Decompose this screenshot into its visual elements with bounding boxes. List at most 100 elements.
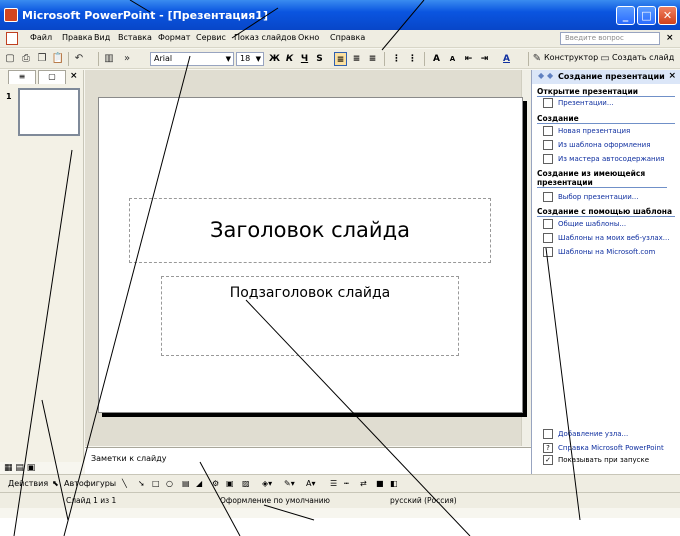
minimize-button[interactable]: _ xyxy=(616,6,635,25)
link-presentations[interactable]: Презентации... xyxy=(558,99,614,107)
show-at-startup-label: Показывать при запуске xyxy=(558,456,650,464)
task-pane-close-icon[interactable]: × xyxy=(668,71,676,81)
title-bar: Microsoft PowerPoint - [Презентация1] _ … xyxy=(0,0,680,30)
clipart-icon[interactable]: ▣ xyxy=(226,479,234,488)
increase-font-icon[interactable]: A xyxy=(430,52,443,66)
notes-pane[interactable]: Заметки к слайду xyxy=(85,447,531,474)
arrow-icon[interactable]: ➘ xyxy=(138,479,145,488)
picture-icon[interactable]: ▨ xyxy=(242,479,250,488)
new-slide-button[interactable]: Создать слайд xyxy=(612,53,674,62)
font-name-select[interactable]: Arial ▼ xyxy=(150,52,234,66)
pane-close-icon[interactable]: × xyxy=(70,71,78,81)
menu-slideshow[interactable]: Показ слайдов xyxy=(234,33,296,42)
increase-indent-icon[interactable]: ⇥ xyxy=(478,52,491,66)
status-slide: Слайд 1 из 1 xyxy=(66,496,117,505)
menu-view[interactable]: Вид xyxy=(94,33,110,42)
close-button[interactable]: ✕ xyxy=(658,6,677,25)
link-powerpoint-help[interactable]: Справка Microsoft PowerPoint xyxy=(558,444,664,452)
3d-style-icon[interactable]: ◧ xyxy=(390,479,398,488)
notes-placeholder: Заметки к слайду xyxy=(91,454,167,463)
copy-icon[interactable]: ❐ xyxy=(35,52,49,66)
print-icon[interactable]: ⎙ xyxy=(19,52,33,66)
designer-button[interactable]: Конструктор xyxy=(544,53,598,62)
toolbar-options-icon[interactable]: » xyxy=(120,52,134,66)
section-template-heading: Создание с помощью шаблона xyxy=(537,207,675,217)
link-from-template[interactable]: Из шаблона оформления xyxy=(558,141,650,149)
help-icon: ? xyxy=(543,443,553,453)
link-general-templates[interactable]: Общие шаблоны... xyxy=(558,220,626,228)
dash-style-icon[interactable]: ┅ xyxy=(344,479,349,488)
decrease-font-icon[interactable]: A xyxy=(446,52,459,66)
underline-button[interactable]: Ч xyxy=(298,52,311,66)
powerpoint-app-icon[interactable] xyxy=(4,8,18,22)
diagram-icon[interactable]: ⚙ xyxy=(212,479,219,488)
menu-format[interactable]: Формат xyxy=(158,33,190,42)
menu-insert[interactable]: Вставка xyxy=(118,33,152,42)
link-new-presentation[interactable]: Новая презентация xyxy=(558,127,630,135)
wordart-icon[interactable]: ◢ xyxy=(196,479,202,488)
design-template-icon xyxy=(543,140,553,150)
bulleted-list-icon[interactable]: ⋮ xyxy=(406,52,419,66)
font-color-icon[interactable]: A xyxy=(500,52,513,66)
new-slide-icon[interactable]: ▭ xyxy=(598,52,612,66)
designer-icon[interactable]: ✎ xyxy=(530,52,544,66)
italic-button[interactable]: К xyxy=(283,52,296,66)
add-place-icon xyxy=(543,429,553,439)
font-color-draw-icon[interactable]: A▾ xyxy=(306,479,316,488)
help-question-input[interactable]: Введите вопрос xyxy=(560,32,660,45)
undo-icon[interactable]: ↶ xyxy=(72,52,86,66)
web-templates-icon xyxy=(543,233,553,243)
align-right-button[interactable]: ≡ xyxy=(366,52,379,66)
document-icon[interactable] xyxy=(6,32,18,45)
line-style-icon[interactable]: ☰ xyxy=(330,479,337,488)
slides-outline-pane: ≡ ▢ × 1 xyxy=(0,70,84,462)
textbox-icon[interactable]: ▤ xyxy=(182,479,190,488)
select-arrow-icon[interactable]: ⬉ xyxy=(52,479,59,488)
open-folder-icon xyxy=(543,98,553,108)
rectangle-icon[interactable]: □ xyxy=(152,479,160,488)
menu-window[interactable]: Окно xyxy=(298,33,319,42)
document-close-icon[interactable]: × xyxy=(666,33,674,43)
link-microsoft-templates[interactable]: Шаблоны на Microsoft.com xyxy=(558,248,655,256)
link-add-place[interactable]: Добавление узла... xyxy=(558,430,628,438)
arrow-style-icon[interactable]: ⇄ xyxy=(360,479,367,488)
link-autocontent-wizard[interactable]: Из мастера автосодержания xyxy=(558,155,664,163)
section-open-heading: Открытие презентации xyxy=(537,87,675,97)
show-at-startup-checkbox[interactable]: ✓ xyxy=(543,455,553,465)
chart-icon[interactable]: ▥ xyxy=(102,52,116,66)
slide-subtitle-placeholder[interactable]: Подзаголовок слайда xyxy=(161,276,459,356)
font-size-select[interactable]: 18 ▼ xyxy=(236,52,264,66)
view-buttons[interactable]: ▦ ▤ ▣ xyxy=(4,463,35,473)
actions-menu[interactable]: Действия xyxy=(8,479,48,488)
microsoft-templates-icon xyxy=(543,247,553,257)
link-choose-presentation[interactable]: Выбор презентации... xyxy=(558,193,638,201)
link-web-templates[interactable]: Шаблоны на моих веб-узлах... xyxy=(558,234,669,242)
line-icon[interactable]: ╲ xyxy=(122,479,127,488)
task-pane-nav-icon[interactable]: ◆ ◆ xyxy=(538,71,553,80)
window-title: Microsoft PowerPoint - [Презентация1] xyxy=(22,9,268,22)
tab-slides[interactable]: ▢ xyxy=(38,70,66,84)
menu-tools[interactable]: Сервис xyxy=(196,33,226,42)
decrease-indent-icon[interactable]: ⇤ xyxy=(462,52,475,66)
align-left-button[interactable]: ≡ xyxy=(334,52,347,66)
task-pane-title[interactable]: Создание презентации xyxy=(558,72,665,81)
shadow-style-icon[interactable]: ■ xyxy=(376,479,384,488)
bold-button[interactable]: Ж xyxy=(268,52,281,66)
line-color-icon[interactable]: ✎▾ xyxy=(284,479,295,488)
slide-title-placeholder[interactable]: Заголовок слайда xyxy=(129,198,491,263)
menu-edit[interactable]: Правка xyxy=(62,33,92,42)
new-document-icon[interactable]: ▢ xyxy=(3,52,17,66)
menu-help[interactable]: Справка xyxy=(330,33,365,42)
autoshapes-menu[interactable]: Автофигуры xyxy=(64,479,116,488)
tab-outline[interactable]: ≡ xyxy=(8,70,36,84)
fill-color-icon[interactable]: ◈▾ xyxy=(262,479,272,488)
oval-icon[interactable]: ○ xyxy=(166,479,173,488)
maximize-button[interactable]: □ xyxy=(637,6,656,25)
status-bar: Слайд 1 из 1 Оформление по умолчанию рус… xyxy=(0,492,680,508)
align-center-button[interactable]: ≡ xyxy=(350,52,363,66)
menu-file[interactable]: Файл xyxy=(30,33,52,42)
shadow-button[interactable]: S xyxy=(313,52,326,66)
paste-icon[interactable]: 📋 xyxy=(51,52,65,66)
numbered-list-icon[interactable]: ⋮ xyxy=(390,52,403,66)
slide-thumbnail[interactable] xyxy=(18,88,80,136)
